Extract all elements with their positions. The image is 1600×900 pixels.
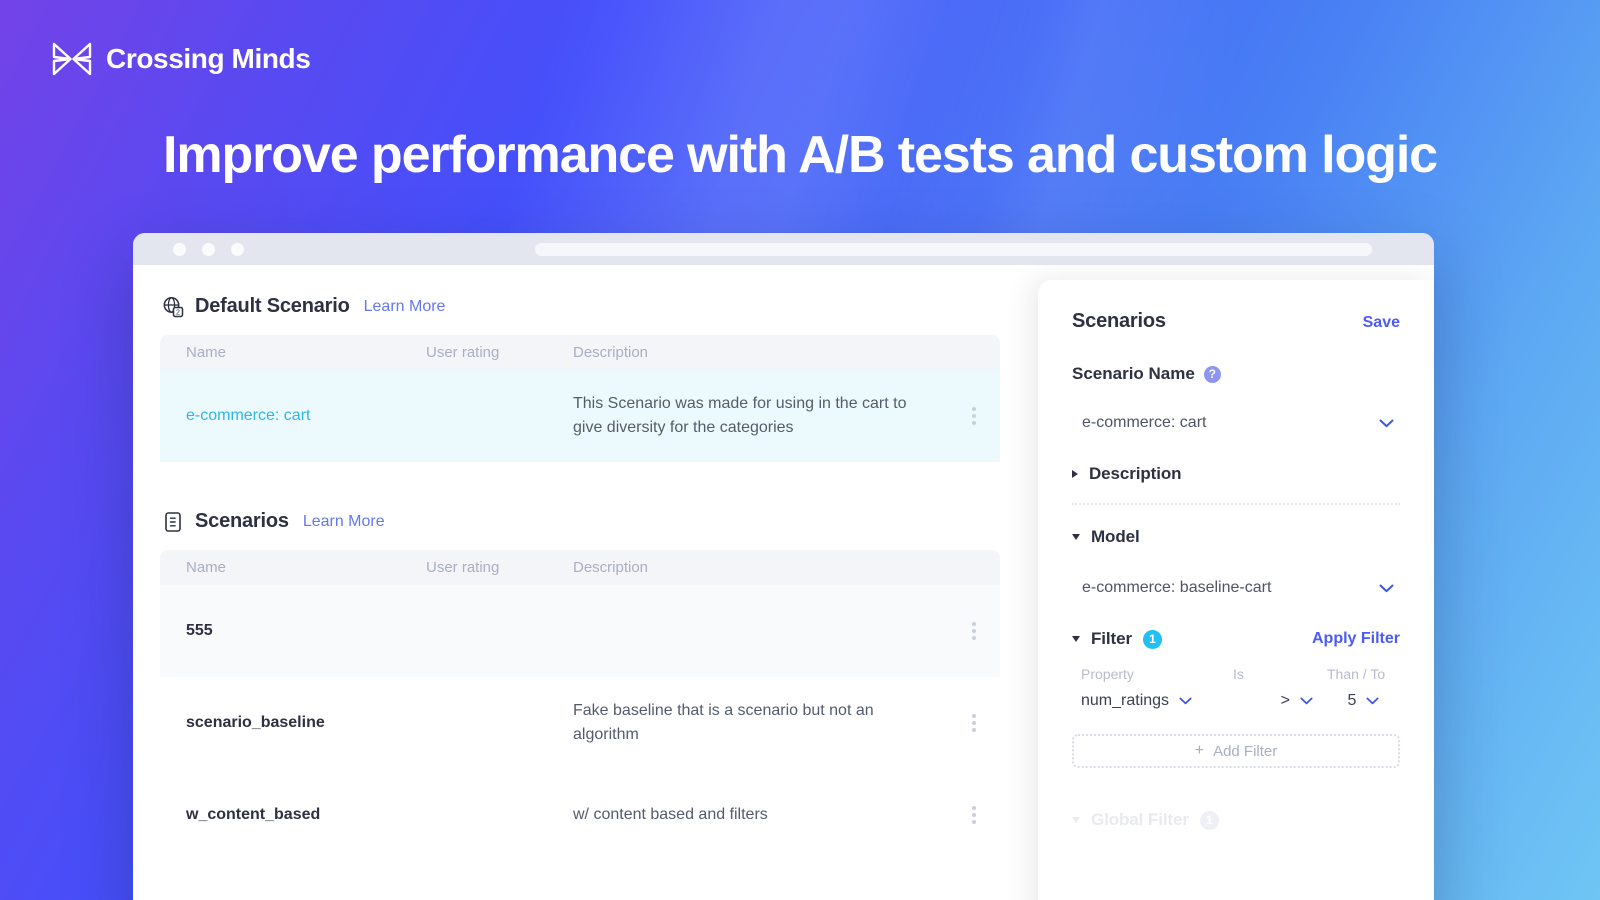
model-select[interactable]: e-commerce: baseline-cart: [1072, 575, 1400, 601]
add-filter-button[interactable]: + Add Filter: [1072, 734, 1400, 768]
filter-accordion[interactable]: Filter 1: [1072, 629, 1162, 649]
row-name: w_content_based: [186, 806, 321, 823]
model-accordion[interactable]: Model: [1072, 527, 1400, 547]
triangle-down-icon: [1072, 534, 1080, 540]
filter-section-header: Filter 1 Apply Filter: [1072, 629, 1400, 649]
filter-column-property: Property: [1081, 666, 1134, 682]
maximize-window-dot[interactable]: [231, 242, 244, 256]
global-filter-label: Global Filter: [1091, 810, 1189, 829]
row-menu-icon[interactable]: [972, 714, 976, 732]
window-control-dots: [173, 242, 244, 256]
filter-column-is: Is: [1233, 666, 1244, 682]
row-menu-icon[interactable]: [972, 407, 976, 425]
help-circle-icon[interactable]: ?: [1203, 365, 1221, 383]
row-name-link[interactable]: e-commerce: cart: [186, 407, 426, 425]
triangle-down-icon: [1072, 817, 1080, 823]
triangle-down-icon: [1072, 636, 1080, 642]
globe-badge-icon: 2: [163, 296, 184, 317]
filter-value: 5: [1347, 692, 1357, 709]
scenario-detail-panel: Scenarios Save Scenario Name ? e-commerc…: [1038, 280, 1434, 900]
scenario-name-select[interactable]: e-commerce: cart: [1072, 410, 1400, 436]
add-filter-label: Add Filter: [1213, 742, 1278, 760]
close-window-dot[interactable]: [173, 242, 186, 256]
default-scenario-table: Name User rating Description e-commerce:…: [160, 335, 1000, 462]
minimize-window-dot[interactable]: [202, 242, 215, 256]
app-workspace: 2 Default Scenario Learn More Name User …: [133, 265, 1434, 900]
triangle-right-icon: [1072, 470, 1078, 478]
table-row[interactable]: w_content_based w/ content based and fil…: [160, 769, 1000, 861]
filter-count-badge: 1: [1142, 629, 1162, 649]
description-accordion[interactable]: Description: [1072, 464, 1400, 484]
scenarios-learn-more-link[interactable]: Learn More: [303, 513, 385, 531]
row-name: scenario_baseline: [186, 714, 325, 731]
row-description: This Scenario was made for using in the …: [573, 395, 907, 436]
column-header-description: Description: [573, 559, 649, 576]
column-header-user-rating: User rating: [426, 559, 500, 576]
global-filter-count-badge: 1: [1199, 810, 1219, 830]
brand-name: Crossing Minds: [106, 43, 311, 74]
scenario-name-label-group: Scenario Name ?: [1072, 364, 1400, 384]
default-scenario-title: Default Scenario: [195, 295, 350, 317]
row-name: 555: [186, 622, 213, 639]
chevron-down-icon: [1366, 697, 1380, 705]
plus-icon: +: [1194, 742, 1205, 759]
save-button[interactable]: Save: [1363, 314, 1400, 332]
filter-column-headers: Property Is Than / To: [1072, 666, 1400, 682]
scenarios-title: Scenarios: [195, 510, 289, 532]
browser-titlebar: [133, 233, 1434, 265]
filter-accordion-label: Filter: [1091, 629, 1132, 648]
model-value: e-commerce: baseline-cart: [1082, 579, 1272, 596]
crossing-minds-bowtie-logo-icon: [52, 42, 92, 76]
scenario-script-icon: [165, 511, 181, 532]
filter-operator-value: >: [1280, 692, 1290, 709]
default-scenario-header: 2 Default Scenario Learn More: [160, 295, 1011, 318]
table-header-row: Name User rating Description: [160, 550, 1000, 585]
column-header-name: Name: [186, 344, 227, 361]
column-header-description: Description: [573, 344, 649, 361]
main-content: 2 Default Scenario Learn More Name User …: [133, 265, 1038, 900]
global-filter-accordion[interactable]: Global Filter 1: [1072, 810, 1400, 830]
filter-property-select[interactable]: num_ratings: [1081, 692, 1233, 710]
address-bar[interactable]: [535, 242, 1372, 256]
chevron-down-icon: [1379, 584, 1394, 592]
panel-divider: [1072, 503, 1400, 505]
scenario-name-value: e-commerce: cart: [1082, 414, 1207, 431]
filter-value-select[interactable]: 5: [1327, 692, 1400, 710]
row-menu-icon[interactable]: [972, 622, 976, 640]
brand-logo: Crossing Minds: [52, 41, 311, 77]
filter-property-value: num_ratings: [1081, 692, 1170, 709]
page-title: Improve performance with A/B tests and c…: [162, 126, 1438, 184]
scenario-name-label: Scenario Name: [1072, 364, 1195, 383]
svg-text:2: 2: [176, 309, 180, 316]
panel-header: Scenarios Save: [1072, 310, 1400, 333]
column-header-name: Name: [186, 559, 227, 576]
chevron-down-icon: [1379, 419, 1394, 427]
scenarios-header: Scenarios Learn More: [160, 510, 1011, 533]
panel-title: Scenarios: [1072, 310, 1166, 332]
chevron-down-icon: [1179, 697, 1192, 705]
row-description: Fake baseline that is a scenario but not…: [573, 702, 874, 743]
row-menu-icon[interactable]: [972, 806, 976, 824]
row-description: w/ content based and filters: [573, 806, 768, 823]
table-row[interactable]: scenario_baseline Fake baseline that is …: [160, 677, 1000, 769]
description-accordion-label: Description: [1089, 464, 1182, 483]
promo-banner: Crossing Minds Improve performance with …: [0, 0, 1600, 900]
model-accordion-label: Model: [1091, 527, 1140, 546]
scenarios-table: Name User rating Description 555 scenari…: [160, 550, 1000, 861]
browser-window: 2 Default Scenario Learn More Name User …: [133, 233, 1434, 900]
filter-column-than-to: Than / To: [1327, 666, 1386, 682]
apply-filter-button[interactable]: Apply Filter: [1312, 630, 1400, 648]
filter-row: num_ratings > 5: [1072, 692, 1400, 710]
filter-operator-select[interactable]: >: [1233, 692, 1327, 710]
default-scenario-learn-more-link[interactable]: Learn More: [364, 298, 446, 316]
table-row[interactable]: 555: [160, 585, 1000, 677]
table-header-row: Name User rating Description: [160, 335, 1000, 370]
column-header-user-rating: User rating: [426, 344, 500, 361]
chevron-down-icon: [1300, 697, 1313, 705]
table-row[interactable]: e-commerce: cart This Scenario was made …: [160, 370, 1000, 462]
